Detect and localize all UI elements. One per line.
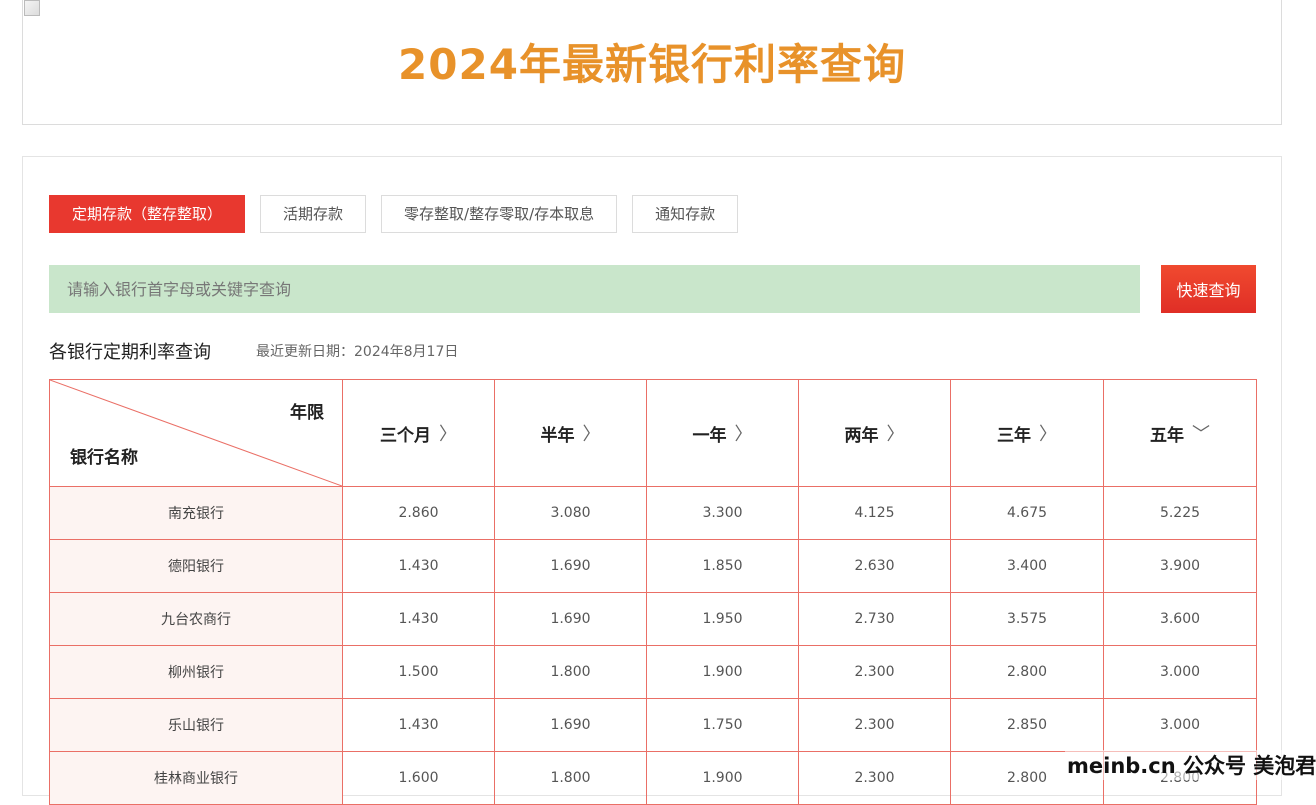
chevron-right-icon: 〉 (734, 424, 753, 445)
rate-cell: 2.300 (798, 698, 951, 752)
column-label: 半年 (540, 425, 575, 446)
rate-cell: 3.600 (1103, 592, 1257, 646)
rate-cell: 1.600 (342, 751, 495, 805)
bank-search-input[interactable] (49, 265, 1140, 313)
section-title: 各银行定期利率查询 (49, 342, 211, 363)
bank-name-cell: 南充银行 (49, 486, 343, 540)
corner-header-cell: 年限 银行名称 (49, 379, 343, 487)
chevron-right-icon: 〉 (582, 424, 601, 445)
update-date-text: 最近更新日期：2024年8月17日 (256, 344, 459, 360)
bank-name-header-label: 银行名称 (70, 448, 138, 468)
table-row: 柳州银行 1.500 1.800 1.900 2.300 2.800 3.000 (49, 645, 1257, 699)
table-row: 九台农商行 1.430 1.690 1.950 2.730 3.575 3.60… (49, 592, 1257, 646)
table-header-row: 年限 银行名称 三个月〉 半年〉 一年〉 两年〉 三年〉 五年 ﹀ (49, 379, 1257, 487)
column-header-1y[interactable]: 一年〉 (646, 379, 799, 487)
diagonal-divider (50, 380, 342, 486)
column-header-5y[interactable]: 五年 ﹀ (1103, 379, 1257, 487)
rate-cell: 3.575 (950, 592, 1104, 646)
chevron-right-icon: 〉 (439, 424, 457, 445)
tab-notice-deposit[interactable]: 通知存款 (632, 195, 739, 233)
rate-cell: 1.950 (646, 592, 799, 646)
rate-cell: 1.690 (494, 592, 647, 646)
tab-demand-deposit[interactable]: 活期存款 (260, 195, 367, 233)
bank-name-cell: 乐山银行 (49, 698, 343, 752)
chevron-right-icon: 〉 (1039, 424, 1057, 445)
tab-installment-deposit[interactable]: 零存整取/整存零取/存本取息 (381, 195, 618, 233)
broken-image-icon (24, 0, 40, 16)
header-banner: 2024年最新银行利率查询 (22, 0, 1282, 125)
table-row: 乐山银行 1.430 1.690 1.750 2.300 2.850 3.000 (49, 698, 1257, 752)
rate-cell: 1.690 (494, 539, 647, 593)
rate-cell: 4.125 (798, 486, 951, 540)
rate-cell: 1.690 (494, 698, 647, 752)
bank-name-cell: 桂林商业银行 (49, 751, 343, 805)
table-row: 南充银行 2.860 3.080 3.300 4.125 4.675 5.225 (49, 486, 1257, 540)
rate-cell: 1.900 (646, 751, 799, 805)
rate-cell: 4.675 (950, 486, 1104, 540)
rate-cell: 2.850 (950, 698, 1104, 752)
column-label: 三年 (997, 425, 1031, 446)
column-label: 三个月 (380, 425, 431, 446)
rate-cell: 1.800 (494, 645, 647, 699)
rate-cell: 2.860 (342, 486, 495, 540)
rate-cell: 1.850 (646, 539, 799, 593)
rate-cell: 1.430 (342, 698, 495, 752)
tab-fixed-deposit[interactable]: 定期存款（整存整取） (49, 195, 246, 233)
rate-cell: 2.300 (798, 645, 951, 699)
quick-search-button[interactable]: 快速查询 (1161, 265, 1256, 313)
rate-cell: 5.225 (1103, 486, 1257, 540)
rate-cell: 1.800 (494, 751, 647, 805)
chevron-right-icon: 〉 (886, 424, 905, 445)
chevron-down-icon: ﹀ (1192, 424, 1210, 445)
update-date-label: 最近更新日期：2024年8月17日 (256, 341, 458, 361)
rate-cell: 1.750 (646, 698, 799, 752)
rate-table: 年限 银行名称 三个月〉 半年〉 一年〉 两年〉 三年〉 五年 ﹀ 南充银行 2.… (49, 379, 1257, 805)
rate-cell: 3.000 (1103, 645, 1257, 699)
rate-cell: 1.430 (342, 592, 495, 646)
rate-cell: 1.430 (342, 539, 495, 593)
column-header-3m[interactable]: 三个月〉 (342, 379, 495, 487)
column-label: 五年 (1150, 425, 1184, 446)
bank-name-cell: 德阳银行 (49, 539, 343, 593)
bank-name-cell: 九台农商行 (49, 592, 343, 646)
column-header-2y[interactable]: 两年〉 (798, 379, 951, 487)
term-header-label: 年限 (290, 403, 324, 423)
table-row: 德阳银行 1.430 1.690 1.850 2.630 3.400 3.900 (49, 539, 1257, 593)
column-header-6m[interactable]: 半年〉 (494, 379, 647, 487)
page-title: 2024年最新银行利率查询 (398, 40, 906, 89)
rate-cell: 2.300 (798, 751, 951, 805)
rate-cell: 3.300 (646, 486, 799, 540)
watermark-text: meinb.cn 公众号 美泡君 (1065, 750, 1316, 780)
column-header-3y[interactable]: 三年〉 (950, 379, 1104, 487)
rate-cell: 3.080 (494, 486, 647, 540)
tab-bar: 定期存款（整存整取） 活期存款 零存整取/整存零取/存本取息 通知存款 (49, 195, 753, 233)
rate-panel: 定期存款（整存整取） 活期存款 零存整取/整存零取/存本取息 通知存款 快速查询… (22, 156, 1282, 805)
rate-cell: 3.000 (1103, 698, 1257, 752)
bank-name-cell: 柳州银行 (49, 645, 343, 699)
rate-cell: 3.900 (1103, 539, 1257, 593)
rate-cell: 1.500 (342, 645, 495, 699)
rate-cell: 3.400 (950, 539, 1104, 593)
rate-cell: 1.900 (646, 645, 799, 699)
rate-cell: 2.630 (798, 539, 951, 593)
column-label: 两年 (844, 425, 879, 446)
rate-cell: 2.800 (950, 645, 1104, 699)
column-label: 一年 (692, 425, 727, 446)
rate-cell: 2.730 (798, 592, 951, 646)
